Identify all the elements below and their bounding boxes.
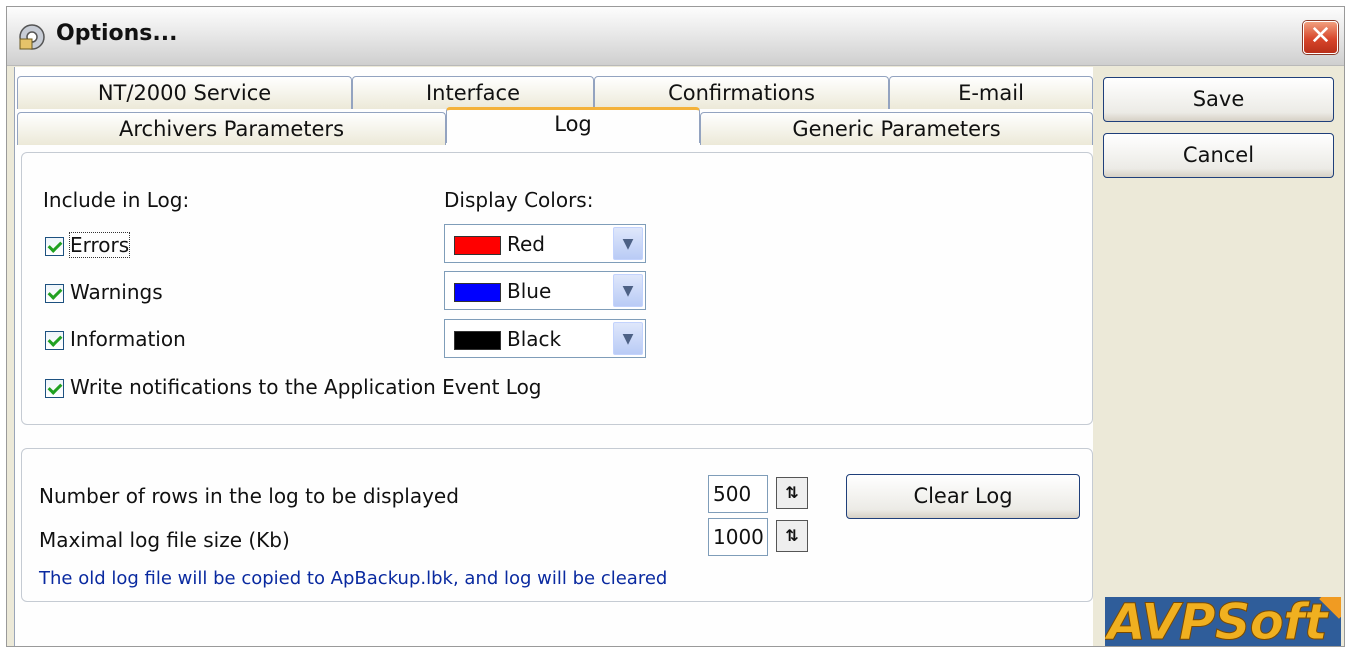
errors-color-select[interactable]: Red ▼: [444, 224, 646, 263]
log-size-group: Number of rows in the log to be displaye…: [21, 448, 1093, 602]
warnings-color-value: Blue: [507, 279, 552, 303]
cancel-button[interactable]: Cancel: [1103, 133, 1334, 178]
information-color-select[interactable]: Black ▼: [444, 319, 646, 358]
save-button[interactable]: Save: [1103, 77, 1334, 122]
rows-spin-icon[interactable]: ⇅: [776, 477, 808, 509]
warnings-checkbox[interactable]: [45, 284, 64, 303]
size-label: Maximal log file size (Kb): [39, 528, 290, 552]
information-color-value: Black: [507, 327, 562, 351]
tab-interface[interactable]: Interface: [352, 76, 594, 109]
warnings-color-select[interactable]: Blue ▼: [444, 271, 646, 310]
errors-checkbox[interactable]: [45, 237, 64, 256]
tab-panel: NT/2000 Service Interface Confirmations …: [14, 67, 1093, 646]
chevron-down-icon[interactable]: ▼: [613, 227, 643, 260]
information-label[interactable]: Information: [70, 327, 186, 351]
event-log-label[interactable]: Write notifications to the Application E…: [70, 375, 542, 399]
errors-color-value: Red: [507, 232, 545, 256]
display-colors-heading: Display Colors:: [444, 188, 594, 212]
include-in-log-group: Include in Log: Display Colors: Errors R…: [21, 152, 1093, 425]
size-spin-icon[interactable]: ⇅: [776, 520, 808, 552]
app-icon: [19, 24, 45, 50]
warnings-label[interactable]: Warnings: [70, 280, 163, 304]
rows-input[interactable]: 500: [708, 475, 768, 513]
chevron-down-icon[interactable]: ▼: [613, 274, 643, 307]
window-title: Options...: [56, 21, 178, 46]
color-swatch: [454, 236, 501, 255]
include-in-log-heading: Include in Log:: [43, 188, 190, 212]
color-swatch: [454, 331, 501, 350]
size-input[interactable]: 1000: [708, 518, 768, 556]
chevron-down-icon[interactable]: ▼: [613, 322, 643, 355]
errors-label[interactable]: Errors: [68, 232, 131, 258]
information-checkbox[interactable]: [45, 331, 64, 350]
clear-log-button[interactable]: Clear Log: [846, 474, 1080, 519]
event-log-checkbox[interactable]: [45, 379, 64, 398]
avpsoft-logo: AVPSoft: [1105, 597, 1341, 647]
close-button[interactable]: ✕: [1303, 21, 1338, 54]
tab-log[interactable]: Log: [446, 107, 700, 143]
tab-generic-parameters[interactable]: Generic Parameters: [700, 112, 1093, 145]
logo-text: AVPSoft: [1107, 597, 1329, 647]
title-bar[interactable]: Options... ✕: [7, 7, 1344, 66]
backup-note: The old log file will be copied to ApBac…: [39, 568, 668, 589]
tab-email[interactable]: E-mail: [889, 76, 1093, 109]
color-swatch: [454, 283, 501, 302]
options-dialog: Options... ✕ NT/2000 Service Interface C…: [6, 6, 1345, 647]
rows-label: Number of rows in the log to be displaye…: [39, 484, 459, 508]
tab-nt2000-service[interactable]: NT/2000 Service: [17, 76, 352, 109]
tab-archivers-parameters[interactable]: Archivers Parameters: [17, 112, 446, 145]
tab-confirmations[interactable]: Confirmations: [594, 76, 889, 109]
